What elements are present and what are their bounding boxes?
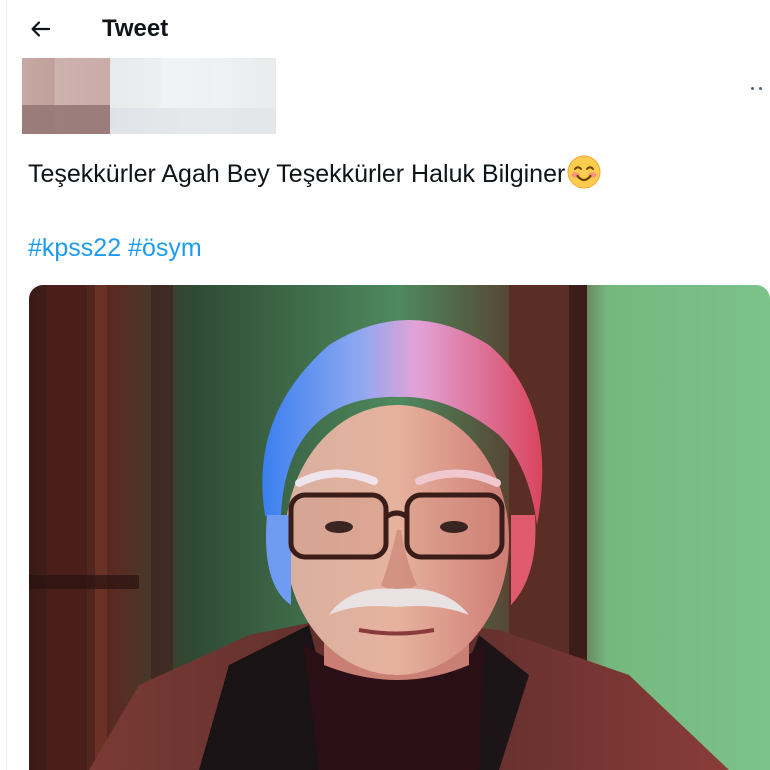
timeline-border [6,0,7,770]
photo-illustration [29,285,770,770]
tweet-author[interactable] [22,58,276,134]
more-dots-icon [751,87,754,90]
tweet-text: Teşekkürler Agah Bey Teşekkürler Haluk B… [28,152,601,203]
more-options-button[interactable] [748,78,768,98]
hashtag-osym[interactable]: #ösym [128,234,202,262]
smiling-face-emoji-icon [567,155,601,203]
tweet-header: Tweet [0,0,770,58]
back-button[interactable] [26,14,56,44]
tweet-text-content: Teşekkürler Agah Bey Teşekkürler Haluk B… [28,160,566,188]
page-title: Tweet [102,15,169,42]
hashtag-list: #kpss22 #ösym [28,226,202,270]
hashtag-kpss22[interactable]: #kpss22 [28,234,121,262]
author-name-redacted[interactable] [110,58,276,134]
tweet-photo[interactable] [29,285,770,770]
avatar[interactable] [22,58,110,134]
arrow-left-icon [31,21,51,37]
